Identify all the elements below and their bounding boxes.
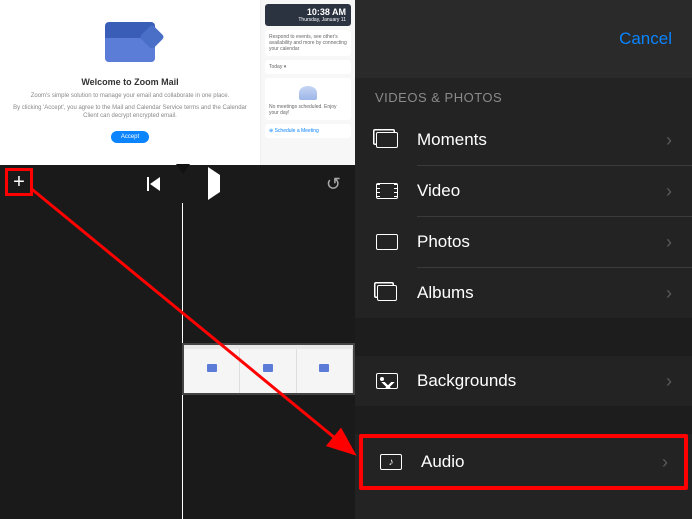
chevron-right-icon: › — [666, 130, 672, 151]
clip-thumbnail — [184, 345, 240, 393]
timeline-clip[interactable] — [182, 343, 355, 395]
preview-subtitle: Zoom's simple solution to manage your em… — [31, 93, 230, 101]
cancel-button[interactable]: Cancel — [619, 29, 672, 49]
row-label: Photos — [417, 232, 666, 252]
play-button[interactable] — [208, 175, 220, 193]
video-editor-panel: Welcome to Zoom Mail Zoom's simple solut… — [0, 0, 355, 519]
preview-subtitle-2: By clicking 'Accept', you agree to the M… — [10, 105, 250, 121]
preview-frame-sidebar: 10:38 AM Thursday, January 11 Respond to… — [260, 0, 355, 165]
chevron-right-icon: › — [666, 371, 672, 392]
clip-thumbnail — [297, 345, 353, 393]
picker-row-backgrounds[interactable]: Backgrounds › — [355, 356, 692, 406]
picker-row-photos[interactable]: Photos › — [355, 217, 692, 267]
schedule-meeting: ⊕ Schedule a Meeting — [265, 124, 351, 138]
playhead-marker[interactable] — [176, 164, 190, 174]
moments-icon — [375, 130, 399, 150]
no-meetings-text: No meetings scheduled. Enjoy your day! — [269, 104, 337, 116]
section-label-videos-photos: VIDEOS & PHOTOS — [355, 78, 692, 115]
picker-row-audio[interactable]: ♪ Audio › — [363, 438, 684, 486]
add-media-button[interactable]: + — [5, 168, 33, 196]
skip-to-start-button[interactable] — [147, 177, 160, 191]
row-label: Backgrounds — [417, 371, 666, 391]
clip-thumbnail — [240, 345, 296, 393]
chevron-right-icon: › — [666, 283, 672, 304]
preview-frame-main: Welcome to Zoom Mail Zoom's simple solut… — [0, 0, 260, 165]
backgrounds-icon — [375, 371, 399, 391]
umbrella-icon — [299, 86, 317, 100]
row-label: Albums — [417, 283, 666, 303]
section-gap — [355, 318, 692, 356]
albums-icon — [375, 283, 399, 303]
today-dropdown: Today ▾ — [265, 60, 351, 74]
chevron-right-icon: › — [662, 452, 668, 473]
accept-button: Accept — [111, 131, 149, 143]
picker-list-videos-photos: Moments › Video › Photos › Albums › — [355, 115, 692, 318]
photos-icon — [375, 232, 399, 252]
time-text: 10:38 AM — [270, 7, 346, 17]
row-label: Audio — [421, 452, 662, 472]
audio-icon: ♪ — [379, 452, 403, 472]
annotation-highlight-audio: ♪ Audio › — [359, 434, 688, 490]
no-meetings-block: No meetings scheduled. Enjoy your day! — [265, 78, 351, 120]
chevron-right-icon: › — [666, 232, 672, 253]
time-badge: 10:38 AM Thursday, January 11 — [265, 4, 351, 26]
date-text: Thursday, January 11 — [270, 17, 346, 23]
undo-button[interactable]: ↺ — [326, 174, 341, 195]
media-picker-panel: Cancel VIDEOS & PHOTOS Moments › Video ›… — [355, 0, 692, 519]
envelope-icon — [105, 22, 155, 62]
chevron-right-icon: › — [666, 181, 672, 202]
video-preview[interactable]: Welcome to Zoom Mail Zoom's simple solut… — [0, 0, 355, 165]
picker-row-video[interactable]: Video › — [355, 166, 692, 216]
picker-row-moments[interactable]: Moments › — [355, 115, 692, 165]
plus-icon: + — [13, 172, 25, 192]
preview-title: Welcome to Zoom Mail — [81, 77, 178, 87]
picker-row-albums[interactable]: Albums › — [355, 268, 692, 318]
row-label: Moments — [417, 130, 666, 150]
row-label: Video — [417, 181, 666, 201]
timeline[interactable] — [0, 203, 355, 519]
calendar-hint: Respond to events, see other's availabil… — [265, 30, 351, 56]
video-icon — [375, 181, 399, 201]
section-gap — [355, 406, 692, 434]
picker-header: Cancel — [355, 0, 692, 78]
